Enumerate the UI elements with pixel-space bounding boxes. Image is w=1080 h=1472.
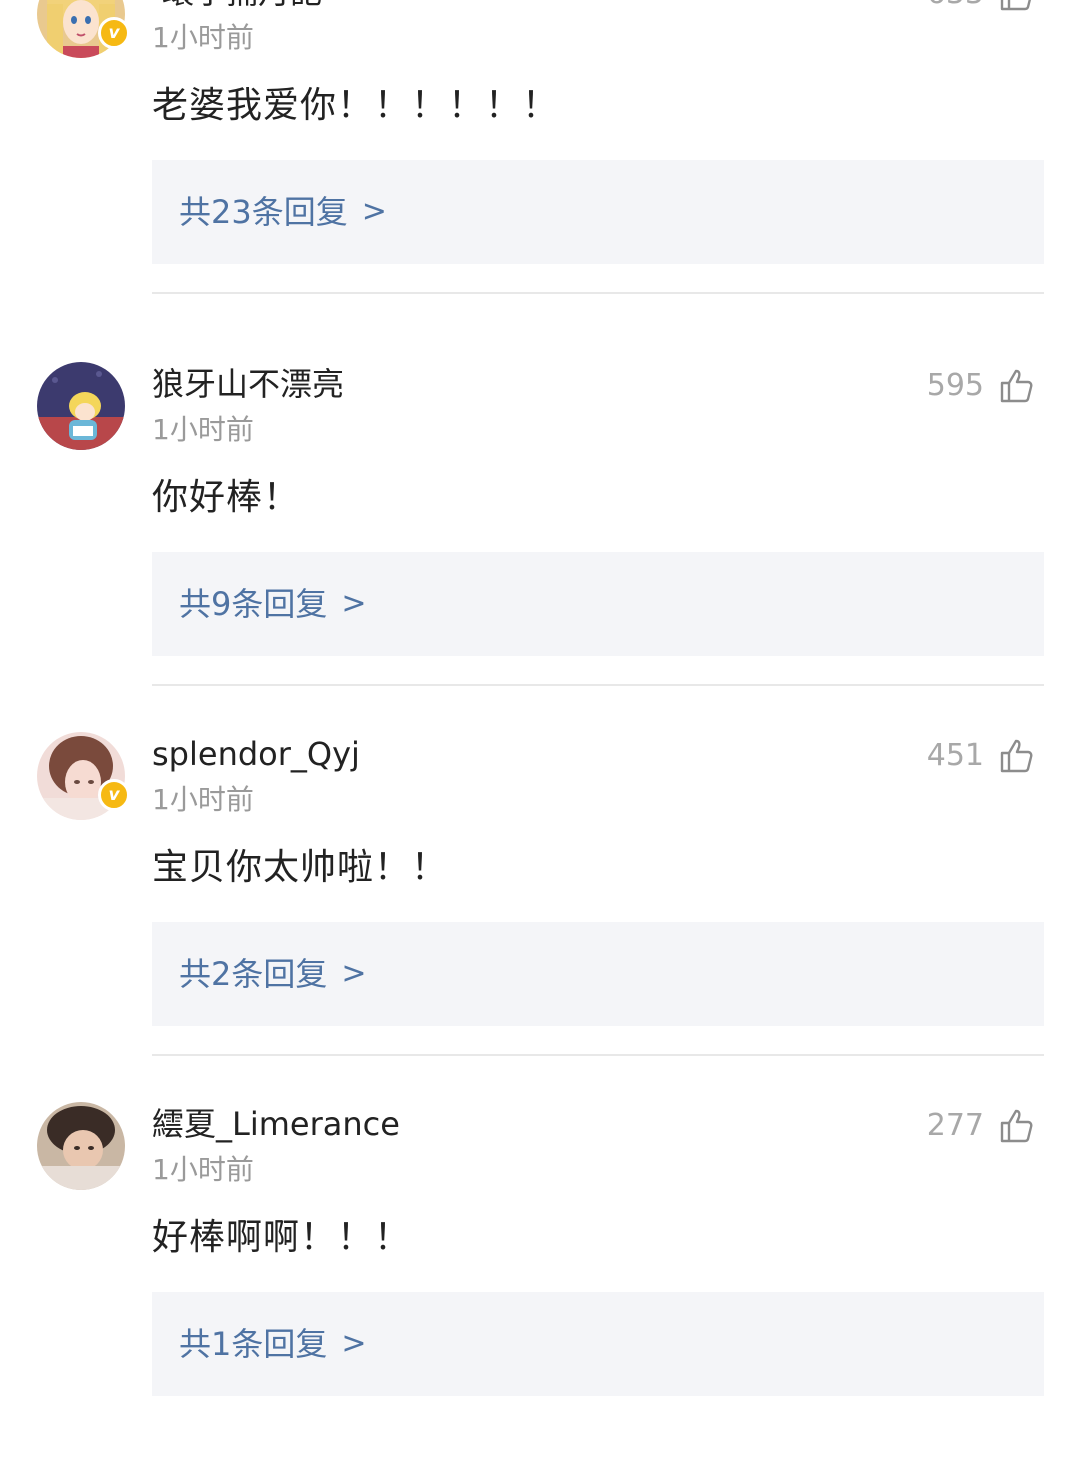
comment-username[interactable]: splendor_Qyj bbox=[152, 734, 360, 774]
verified-badge-icon: v bbox=[98, 17, 130, 49]
view-replies-button[interactable]: 共1条回复 > bbox=[152, 1292, 1044, 1396]
thumbs-up-icon[interactable] bbox=[998, 368, 1034, 404]
user-avatar[interactable] bbox=[37, 1102, 125, 1190]
comment-item: v splendor_Qyj 1小时前 451 宝贝你太帅啦！！ 共2条回复 > bbox=[0, 732, 1080, 1102]
comment-time: 1小时前 bbox=[152, 1153, 254, 1186]
divider bbox=[152, 292, 1044, 294]
comment-username[interactable]: ·環宇捕月記· bbox=[152, 0, 332, 12]
divider bbox=[152, 1054, 1044, 1056]
chevron-right-icon: > bbox=[361, 194, 387, 229]
verified-badge-icon: v bbox=[98, 779, 130, 811]
comment-username[interactable]: 繧夏_Limerance bbox=[152, 1104, 400, 1144]
comment-text: 老婆我爱你！！！！！！ bbox=[152, 85, 560, 126]
chevron-right-icon: > bbox=[341, 956, 367, 991]
like-button[interactable]: 277 bbox=[927, 1106, 1034, 1146]
replies-count-label: 共1条回复 bbox=[179, 1325, 328, 1363]
chevron-right-icon: > bbox=[341, 586, 367, 621]
thumbs-up-icon[interactable] bbox=[998, 1108, 1034, 1144]
replies-count-label: 共9条回复 bbox=[179, 585, 328, 623]
thumbs-up-icon[interactable] bbox=[998, 738, 1034, 774]
like-count: 633 bbox=[927, 0, 984, 14]
chevron-right-icon: > bbox=[341, 1326, 367, 1361]
thumbs-up-icon[interactable] bbox=[998, 0, 1034, 12]
view-replies-button[interactable]: 共9条回复 > bbox=[152, 552, 1044, 656]
comment-text: 宝贝你太帅啦！！ bbox=[152, 847, 449, 888]
comment-text: 好棒啊啊！！！ bbox=[152, 1217, 412, 1258]
comment-text: 你好棒！ bbox=[152, 477, 301, 518]
comment-username[interactable]: 狼牙山不漂亮 bbox=[152, 364, 344, 404]
comment-item: 狼牙山不漂亮 1小时前 595 你好棒！ 共9条回复 > bbox=[0, 362, 1080, 732]
comment-time: 1小时前 bbox=[152, 413, 254, 446]
like-button[interactable]: 595 bbox=[927, 366, 1034, 406]
like-button[interactable]: 451 bbox=[927, 736, 1034, 776]
view-replies-button[interactable]: 共2条回复 > bbox=[152, 922, 1044, 1026]
view-replies-button[interactable]: 共23条回复 > bbox=[152, 160, 1044, 264]
like-count: 277 bbox=[926, 1108, 984, 1143]
divider bbox=[152, 684, 1044, 686]
comment-time: 1小时前 bbox=[152, 783, 254, 816]
comment-time: 1小时前 bbox=[152, 21, 254, 54]
replies-count-label: 共23条回复 bbox=[179, 193, 348, 231]
like-count: 595 bbox=[926, 368, 984, 403]
like-button[interactable]: 633 bbox=[927, 0, 1034, 14]
comment-item: v ·環宇捕月記· 1小时前 633 老婆我爱你！！！！！！ 共23条回复 > bbox=[0, 0, 1080, 340]
user-avatar[interactable] bbox=[37, 362, 125, 450]
like-count: 451 bbox=[926, 738, 984, 773]
replies-count-label: 共2条回复 bbox=[179, 955, 328, 993]
